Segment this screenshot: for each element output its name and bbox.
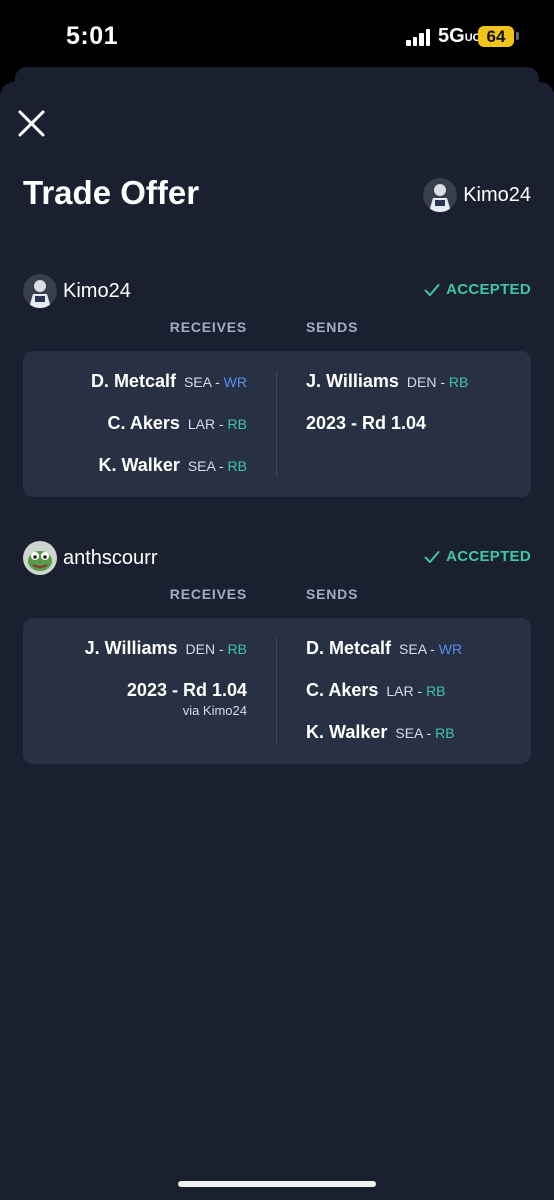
close-icon: [18, 110, 45, 137]
receives-list: J. Williams DEN - RB 2023 - Rd 1.04 via K…: [85, 638, 247, 722]
list-item[interactable]: K. Walker SEA - RB: [306, 722, 462, 764]
status-badge: ACCEPTED: [424, 548, 531, 565]
receives-list: D. Metcalf SEA - WR C. Akers LAR - RB K. W…: [91, 371, 247, 497]
party-username: anthscourr: [63, 546, 158, 569]
list-item[interactable]: C. Akers LAR - RB: [91, 413, 247, 455]
list-item[interactable]: D. Metcalf SEA - WR: [91, 371, 247, 413]
signal-icon: [406, 28, 432, 46]
party-kimo24: Kimo24 ACCEPTED RECEIVES SENDS D. Metcal…: [23, 273, 531, 497]
column-headers: RECEIVES SENDS: [23, 586, 531, 608]
column-headers: RECEIVES SENDS: [23, 319, 531, 341]
trade-card: J. Williams DEN - RB 2023 - Rd 1.04 via K…: [23, 618, 531, 764]
list-item[interactable]: 2023 - Rd 1.04: [306, 413, 468, 455]
sends-label: SENDS: [306, 586, 359, 602]
list-item[interactable]: 2023 - Rd 1.04 via Kimo24: [85, 680, 247, 722]
status-time: 5:01: [66, 22, 119, 50]
avatar: [23, 541, 57, 575]
party-anthscourr: anthscourr ACCEPTED RECEIVES SENDS J. Wi…: [23, 540, 531, 764]
network-indicator: 5GUC: [438, 25, 481, 47]
pick-via: via Kimo24: [182, 703, 247, 718]
battery-icon: 64: [478, 26, 514, 47]
status-badge: ACCEPTED: [424, 281, 531, 298]
sends-label: SENDS: [306, 319, 359, 335]
battery-tip: [516, 32, 519, 40]
header-user[interactable]: Kimo24: [423, 178, 531, 212]
check-icon: [424, 550, 440, 563]
list-item[interactable]: C. Akers LAR - RB: [306, 680, 462, 722]
party-header: Kimo24 ACCEPTED: [23, 273, 531, 309]
column-divider: [276, 371, 277, 477]
list-item[interactable]: K. Walker SEA - RB: [91, 455, 247, 497]
avatar: [423, 178, 458, 212]
party-username: Kimo24: [63, 279, 131, 302]
list-item[interactable]: J. Williams DEN - RB: [306, 371, 468, 413]
close-button[interactable]: [16, 108, 48, 140]
list-item[interactable]: J. Williams DEN - RB: [85, 638, 247, 680]
list-item[interactable]: D. Metcalf SEA - WR: [306, 638, 462, 680]
column-divider: [276, 638, 277, 744]
trade-card: D. Metcalf SEA - WR C. Akers LAR - RB K. W…: [23, 351, 531, 497]
header-username: Kimo24: [463, 183, 531, 206]
receives-label: RECEIVES: [169, 586, 247, 602]
pick-label: 2023 - Rd 1.04: [126, 680, 247, 700]
page-title: Trade Offer: [23, 174, 200, 211]
check-icon: [424, 283, 440, 296]
status-bar: 5:01 5GUC 64: [0, 0, 554, 70]
home-indicator[interactable]: [178, 1181, 376, 1187]
avatar: [23, 274, 57, 308]
party-header: anthscourr ACCEPTED: [23, 540, 531, 576]
sends-list: D. Metcalf SEA - WR C. Akers LAR - RB K. W…: [306, 638, 462, 764]
receives-label: RECEIVES: [169, 319, 247, 335]
sends-list: J. Williams DEN - RB 2023 - Rd 1.04: [306, 371, 468, 455]
